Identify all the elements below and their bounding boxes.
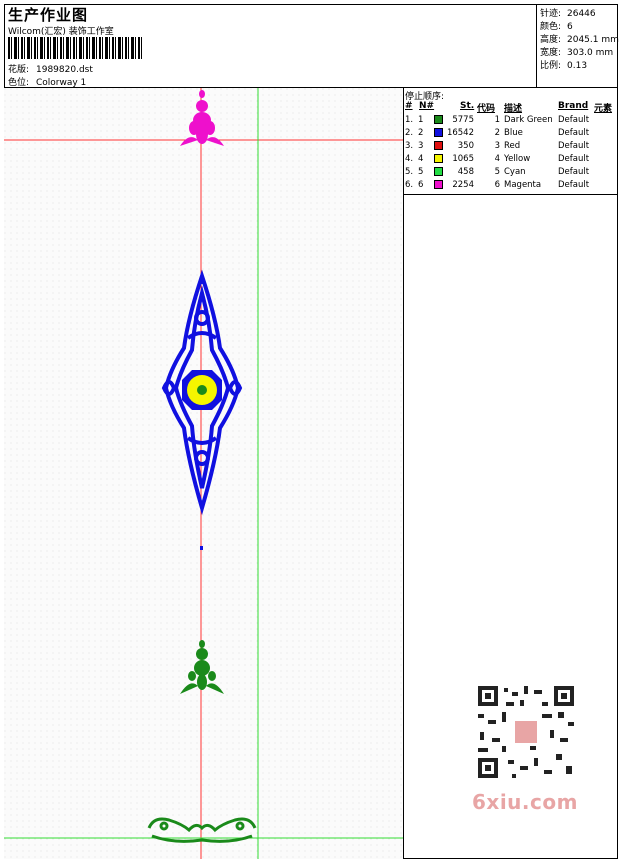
color-swatch	[434, 167, 443, 176]
row-needle: 3	[418, 141, 424, 151]
row-description: Cyan	[504, 167, 526, 177]
column-header: 代码	[477, 104, 496, 114]
row-needle: 5	[418, 167, 424, 177]
stat-scale: 比例: 0.13	[540, 58, 587, 71]
row-brand: Default	[558, 180, 590, 190]
barcode	[8, 37, 142, 59]
row-description: Red	[504, 141, 521, 151]
colorway-row: 色位: Colorway 1	[8, 75, 86, 88]
row-needle: 4	[418, 154, 424, 164]
column-header: St.	[460, 101, 475, 111]
color-swatch	[434, 180, 443, 189]
row-needle: 6	[418, 180, 424, 190]
design-file-value: 1989820.dst	[36, 65, 93, 75]
stat-value: 26446	[567, 9, 596, 19]
table-row: 2. 2 16542 2 Blue Default	[404, 128, 618, 141]
embroidery-artwork	[4, 88, 403, 859]
stat-label: 高度:	[540, 35, 562, 45]
row-stitches: 16542	[446, 128, 474, 138]
table-row: 6. 6 2254 6 Magenta Default	[404, 180, 618, 193]
column-header: Brand	[558, 101, 589, 111]
column-header: 描述	[504, 104, 523, 114]
row-description: Blue	[504, 128, 523, 138]
table-row: 4. 4 1065 4 Yellow Default	[404, 154, 618, 167]
row-brand: Default	[558, 141, 590, 151]
stat-stitches: 针迹: 26446	[540, 6, 596, 19]
stat-label: 颜色:	[540, 22, 562, 32]
color-swatch	[434, 128, 443, 137]
stats-panel: 针迹: 26446 颜色: 6 高度: 2045.1 mm 宽度: 303.0 mm 比…	[536, 4, 619, 88]
green-center-dot	[197, 385, 207, 395]
stop-sequence-table: 停止顺序: # N# St. 代码 描述 Brand 元素 1. 1 5775 …	[404, 88, 618, 195]
row-code: 6	[494, 180, 500, 190]
table-row: 1. 1 5775 1 Dark Green Default	[404, 115, 618, 128]
stat-label: 宽度:	[540, 48, 562, 58]
row-index: 6.	[405, 180, 414, 190]
row-brand: Default	[558, 167, 590, 177]
column-header: #	[405, 101, 413, 111]
row-needle: 1	[418, 115, 424, 125]
header-panel: 生产作业图 Wilcom(汇宏) 装饰工作室 花版: 1989820.dst 色位…	[4, 4, 536, 88]
column-header: 元素	[594, 104, 613, 114]
watermark-text: 6xiu.com	[472, 790, 578, 814]
row-code: 4	[494, 154, 500, 164]
color-swatch	[434, 154, 443, 163]
row-index: 4.	[405, 154, 414, 164]
stat-width: 宽度: 303.0 mm	[540, 45, 613, 58]
row-brand: Default	[558, 115, 590, 125]
row-index: 3.	[405, 141, 414, 151]
stat-value: 0.13	[567, 61, 588, 71]
design-file-label: 花版:	[8, 65, 30, 75]
qr-code	[472, 682, 580, 782]
row-brand: Default	[558, 154, 590, 164]
table-row: 5. 5 458 5 Cyan Default	[404, 167, 618, 180]
row-stitches: 5775	[452, 115, 474, 125]
design-preview	[4, 88, 404, 859]
row-brand: Default	[558, 128, 590, 138]
row-index: 1.	[405, 115, 414, 125]
row-needle: 2	[418, 128, 424, 138]
table-row: 3. 3 350 3 Red Default	[404, 141, 618, 154]
row-description: Yellow	[504, 154, 531, 164]
column-header: N#	[419, 101, 435, 111]
row-stitches: 458	[457, 167, 474, 177]
colorway-value: Colorway 1	[36, 78, 87, 88]
row-description: Dark Green	[504, 115, 553, 125]
row-index: 5.	[405, 167, 414, 177]
row-stitches: 350	[457, 141, 474, 151]
company-name: Wilcom(汇宏) 装饰工作室	[8, 27, 114, 37]
color-swatch	[434, 115, 443, 124]
row-index: 2.	[405, 128, 414, 138]
color-swatch	[434, 141, 443, 150]
stat-value: 2045.1 mm	[567, 35, 619, 45]
stat-label: 针迹:	[540, 9, 562, 19]
row-code: 2	[494, 128, 500, 138]
stat-label: 比例:	[540, 61, 562, 71]
row-stitches: 1065	[452, 154, 474, 164]
row-code: 3	[494, 141, 500, 151]
row-code: 1	[494, 115, 500, 125]
stat-value: 303.0 mm	[567, 48, 614, 58]
page-title: 生产作业图	[8, 6, 89, 24]
row-description: Magenta	[504, 180, 542, 190]
row-stitches: 2254	[452, 180, 474, 190]
row-code: 5	[494, 167, 500, 177]
colorway-label: 色位:	[8, 78, 30, 88]
stat-value: 6	[567, 22, 573, 32]
design-file-row: 花版: 1989820.dst	[8, 62, 93, 75]
stat-height: 高度: 2045.1 mm	[540, 32, 619, 45]
stat-colors: 颜色: 6	[540, 19, 573, 32]
